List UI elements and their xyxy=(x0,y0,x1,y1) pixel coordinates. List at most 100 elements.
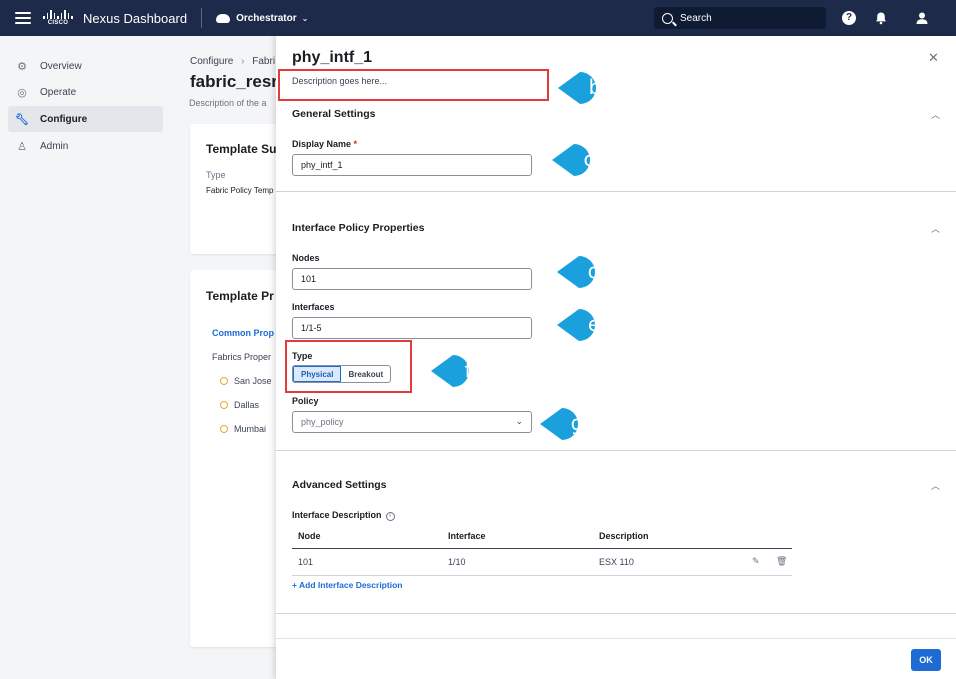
callout-f: f xyxy=(429,352,489,390)
app-title: Nexus Dashboard xyxy=(83,10,188,26)
fabric-item[interactable]: San Jose xyxy=(220,376,272,386)
nav-item-operate[interactable]: ◎ Operate xyxy=(8,79,163,105)
section-divider xyxy=(276,613,956,614)
common-properties-link[interactable]: Common Prop xyxy=(212,328,274,338)
type-label: Type xyxy=(206,170,226,180)
interfaces-input[interactable]: 1/1-5 xyxy=(292,317,532,339)
search-placeholder: Search xyxy=(680,12,712,24)
page-title: fabric_resr xyxy=(190,72,278,91)
ok-button[interactable]: OK xyxy=(911,649,941,671)
callout-letter: g xyxy=(570,411,584,435)
service-switcher[interactable]: Orchestrator ⌄ xyxy=(216,13,308,24)
help-icon[interactable]: ? xyxy=(842,11,856,25)
nav-item-admin[interactable]: ♙ Admin xyxy=(8,133,163,159)
column-header-node: Node xyxy=(298,531,321,541)
interface-policy-properties-heading: Interface Policy Properties xyxy=(292,222,425,234)
table-header-rule xyxy=(292,548,792,549)
top-navigation-bar: CISCO Nexus Dashboard Orchestrator ⌄ Sea… xyxy=(0,0,956,36)
type-value: Fabric Policy Temp xyxy=(206,186,274,195)
callout-letter: c xyxy=(583,147,595,171)
callout-c: c xyxy=(550,141,610,179)
user-avatar-icon[interactable] xyxy=(915,11,929,25)
fabric-name: Dallas xyxy=(234,400,260,410)
chevron-down-icon: ⌄ xyxy=(515,416,523,426)
hamburger-menu-icon[interactable] xyxy=(15,12,31,24)
breadcrumb-separator: › xyxy=(241,56,245,67)
highlight-type-box xyxy=(285,340,412,393)
callout-g: g xyxy=(538,405,598,443)
row-interface: 1/10 xyxy=(448,557,466,567)
breadcrumb: Configure › Fabri xyxy=(190,56,275,67)
template-properties-title: Template Pr xyxy=(206,289,274,303)
template-summary-card: Template Su Type Fabric Policy Temp xyxy=(190,124,290,254)
topbar-divider xyxy=(201,8,203,28)
display-name-label: Display Name * xyxy=(292,139,358,149)
link-icon xyxy=(220,401,228,409)
callout-letter: f xyxy=(464,358,472,382)
fabric-name: Mumbai xyxy=(234,424,267,434)
row-node: 101 xyxy=(298,557,314,567)
cloud-icon xyxy=(216,13,231,23)
callout-e: e xyxy=(555,306,615,344)
row-description: ESX 110 xyxy=(599,557,634,567)
search-icon xyxy=(662,12,673,24)
link-icon xyxy=(220,377,228,385)
wrench-icon: 🔧︎ xyxy=(15,113,29,126)
service-name: Orchestrator xyxy=(236,12,297,24)
operate-icon: ◎ xyxy=(17,86,27,99)
info-icon[interactable]: i xyxy=(385,512,395,521)
fabric-item[interactable]: Mumbai xyxy=(220,424,266,434)
global-search[interactable]: Search xyxy=(654,7,826,29)
policy-label: Policy xyxy=(292,396,319,406)
cisco-logo-text: CISCO xyxy=(47,20,69,26)
breadcrumb-configure[interactable]: Configure xyxy=(190,56,233,67)
overview-icon: ⚙ xyxy=(17,60,27,73)
display-name-input[interactable]: phy_intf_1 xyxy=(292,154,532,176)
side-navigation: ⚙ Overview ◎ Operate 🔧︎ Configure ♙ Admi… xyxy=(0,36,172,679)
footer-divider xyxy=(276,638,956,639)
column-header-description: Description xyxy=(599,531,649,541)
drawer-title: phy_intf_1 xyxy=(292,49,373,66)
fabric-name: San Jose xyxy=(234,376,272,386)
nodes-input[interactable]: 101 xyxy=(292,268,532,290)
callout-letter: e xyxy=(587,312,601,336)
admin-icon: ♙ xyxy=(17,140,27,153)
cisco-logo: CISCO xyxy=(43,8,73,28)
section-divider xyxy=(276,450,956,451)
highlight-description-box xyxy=(278,69,549,101)
template-properties-card: Template Pr Common Prop Fabrics Proper S… xyxy=(190,270,290,647)
nav-item-configure[interactable]: 🔧︎ Configure xyxy=(8,106,163,132)
chevron-up-icon[interactable]: ︿ xyxy=(931,479,940,492)
advanced-settings-heading: Advanced Settings xyxy=(292,479,387,491)
breadcrumb-fabric[interactable]: Fabri xyxy=(252,56,275,67)
page-description: Description of the a xyxy=(189,98,267,108)
fabric-item[interactable]: Dallas xyxy=(220,400,259,410)
trash-icon[interactable]: 🗑︎ xyxy=(776,556,787,567)
callout-letter: b xyxy=(588,75,602,99)
callout-b: b xyxy=(556,69,616,107)
nodes-label: Nodes xyxy=(292,253,320,263)
link-icon xyxy=(220,425,228,433)
add-interface-description-link[interactable]: + Add Interface Description xyxy=(292,580,402,590)
nav-item-overview[interactable]: ⚙ Overview xyxy=(8,53,163,79)
nav-item-label: Admin xyxy=(40,140,69,152)
interfaces-label: Interfaces xyxy=(292,302,335,312)
bell-icon[interactable] xyxy=(874,11,888,25)
callout-letter: d xyxy=(587,259,601,283)
callout-d: d xyxy=(555,253,615,291)
section-divider xyxy=(276,191,956,192)
chevron-up-icon[interactable]: ︿ xyxy=(931,222,940,235)
nav-item-label: Configure xyxy=(40,113,88,125)
chevron-up-icon[interactable]: ︿ xyxy=(931,108,940,121)
close-icon[interactable]: ✕ xyxy=(928,50,939,66)
general-settings-heading: General Settings xyxy=(292,108,376,120)
chevron-down-icon: ⌄ xyxy=(301,13,309,23)
policy-select[interactable]: phy_policy ⌄ xyxy=(292,411,532,433)
fabrics-properties-label: Fabrics Proper xyxy=(212,352,272,362)
table-row-rule xyxy=(292,575,792,576)
interface-description-label: Interface Description i xyxy=(292,510,395,521)
column-header-interface: Interface xyxy=(448,531,486,541)
template-summary-title: Template Su xyxy=(206,142,277,156)
edit-pencil-icon[interactable]: ✎ xyxy=(752,556,760,567)
policy-select-value: phy_policy xyxy=(301,417,344,427)
